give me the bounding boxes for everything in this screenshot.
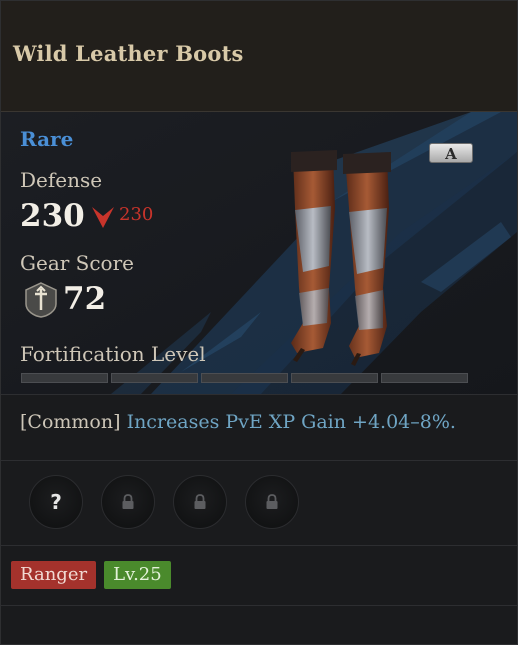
socket-row: ? [29,475,299,529]
fortification-segment [291,373,378,383]
tooltip-header: Wild Leather Boots [1,1,517,112]
divider [1,605,517,606]
requirement-tags: Ranger Lv.25 [11,561,171,589]
question-icon: ? [50,490,62,514]
sword-shield-icon [25,282,57,318]
fortification-segment [381,373,468,383]
socket-slot-locked[interactable] [101,475,155,529]
socket-slot-unknown[interactable]: ? [29,475,83,529]
item-name: Wild Leather Boots [13,41,244,66]
lock-icon [122,494,134,509]
rarity-label: Rare [20,127,74,151]
lock-icon [194,494,206,509]
lock-icon [266,494,278,509]
leather-boots-icon [291,150,391,366]
effect-tier: [Common] [20,411,121,433]
divider [1,460,517,461]
item-effect: [Common] Increases PvE XP Gain +4.04–8%. [20,411,456,433]
item-tooltip: Wild Leather Boots Rare A Defense 230 23 [0,0,518,645]
gear-score-value: 72 [63,281,107,317]
level-requirement-badge: Lv.25 [104,561,171,589]
fortification-label: Fortification Level [20,342,206,366]
class-requirement-badge: Ranger [11,561,97,589]
defense-compare-value: 230 [119,204,154,225]
fortification-segment [21,373,108,383]
defense-label: Defense [20,168,103,192]
divider [1,545,517,546]
effect-text: Increases PvE XP Gain +4.04–8%. [126,411,456,433]
socket-slot-locked[interactable] [245,475,299,529]
fortification-segment [201,373,288,383]
socket-slot-locked[interactable] [173,475,227,529]
fortification-bar [21,373,468,383]
down-arrow-icon [92,207,114,228]
grade-badge: A [429,143,473,163]
defense-value: 230 [20,198,85,234]
stats-section: Rare A Defense 230 230 Gear Score 72 For… [1,112,517,394]
divider [1,394,517,395]
gear-score-label: Gear Score [20,251,134,275]
fortification-segment [111,373,198,383]
